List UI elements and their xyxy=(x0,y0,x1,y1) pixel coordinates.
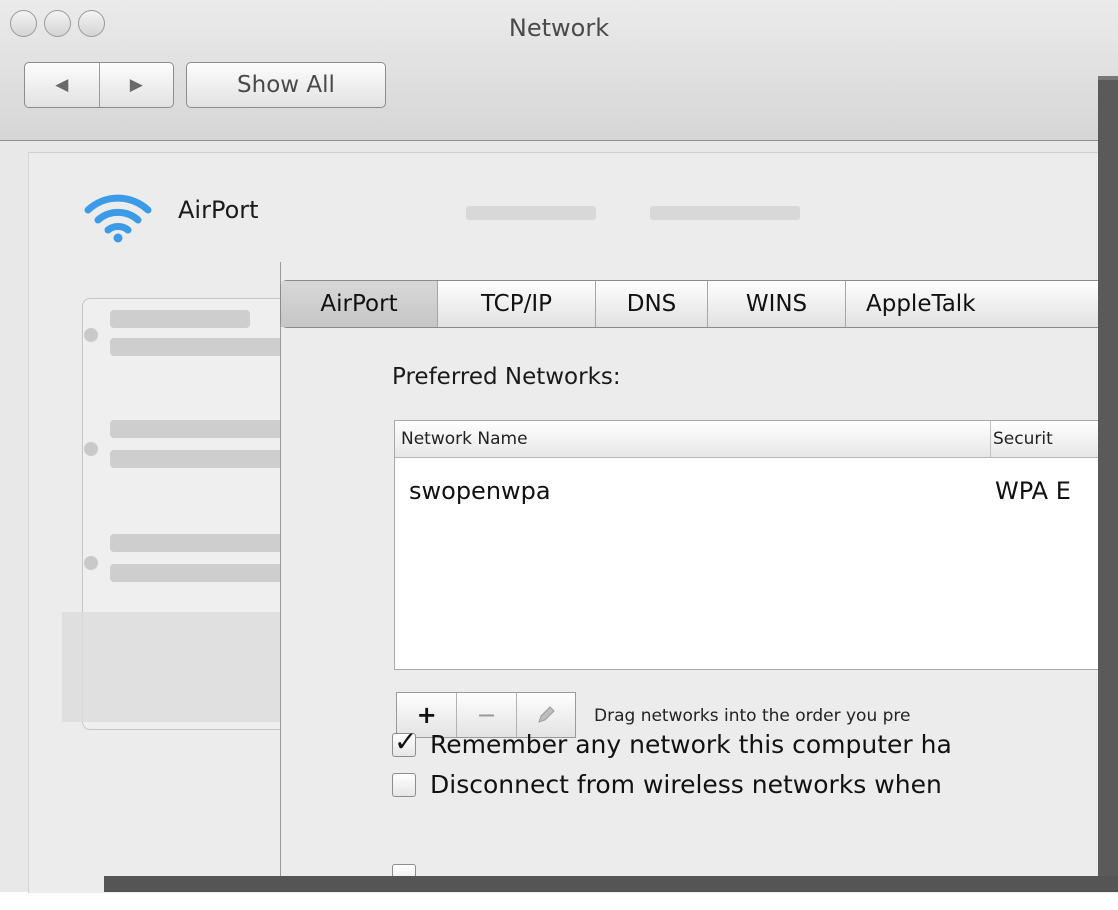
service-name: AirPort xyxy=(178,196,259,224)
remember-networks-label: Remember any network this computer ha xyxy=(430,730,952,759)
network-name-cell: swopenwpa xyxy=(409,477,551,505)
tab-appletalk[interactable]: AppleTalk xyxy=(845,281,1118,327)
status-dot xyxy=(84,442,98,456)
disconnect-option[interactable]: Disconnect from wireless networks when xyxy=(392,770,942,799)
checkmark-icon: ✓ xyxy=(394,724,418,758)
preferred-networks-label: Preferred Networks: xyxy=(392,364,621,390)
wifi-icon xyxy=(84,194,152,243)
status-dot xyxy=(84,328,98,342)
forward-button[interactable]: ▶ xyxy=(98,63,174,107)
ghost-text xyxy=(466,206,596,220)
drag-order-hint: Drag networks into the order you pre xyxy=(594,706,911,726)
back-arrow-icon: ◀ xyxy=(55,75,69,95)
status-dot xyxy=(84,556,98,570)
forward-arrow-icon: ▶ xyxy=(129,75,143,95)
settings-tabs: AirPort TCP/IP DNS WINS AppleTalk xyxy=(280,280,1118,328)
service-item-blur xyxy=(110,310,250,328)
toolbar: Network ◀ ▶ Show All xyxy=(0,0,1118,141)
navigation-buttons: ◀ ▶ xyxy=(24,62,174,108)
remember-networks-checkbox[interactable]: ✓ xyxy=(392,727,417,757)
table-header: Network Name Securit xyxy=(395,421,1118,458)
shadow-frame-bottom xyxy=(104,876,1118,892)
shadow-frame-top xyxy=(1098,76,1118,80)
tab-airport[interactable]: AirPort xyxy=(281,281,437,327)
disconnect-label: Disconnect from wireless networks when xyxy=(430,770,942,799)
tab-tcp-ip[interactable]: TCP/IP xyxy=(437,281,595,327)
tab-dns[interactable]: DNS xyxy=(595,281,707,327)
remember-networks-option[interactable]: ✓ Remember any network this computer ha xyxy=(392,727,952,759)
back-button[interactable]: ◀ xyxy=(25,63,99,107)
shadow-frame-right xyxy=(1098,76,1118,892)
show-all-button[interactable]: Show All xyxy=(186,62,386,108)
preferred-networks-table[interactable]: Network Name Securit swopenwpa WPA E xyxy=(394,420,1118,670)
pencil-icon xyxy=(538,706,555,723)
tab-wins[interactable]: WINS xyxy=(707,281,845,327)
column-header-network-name[interactable]: Network Name xyxy=(395,421,991,457)
disconnect-checkbox[interactable] xyxy=(392,772,416,797)
window-title: Network xyxy=(508,14,610,42)
ghost-text xyxy=(650,206,800,220)
